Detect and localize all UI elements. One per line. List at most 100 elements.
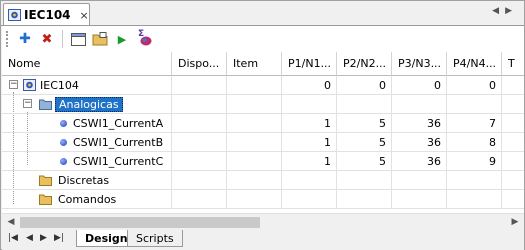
properties-button[interactable] bbox=[68, 29, 88, 49]
cell-t[interactable] bbox=[502, 76, 524, 95]
cell-p2[interactable]: 0 bbox=[337, 76, 392, 95]
node-label: CSWI1_CurrentB bbox=[73, 136, 164, 149]
point-icon bbox=[60, 158, 67, 165]
column-header-p4n4[interactable]: P4/N4... bbox=[447, 52, 502, 76]
column-header-dispositivo[interactable]: Dispo... bbox=[172, 52, 227, 76]
cell-t[interactable] bbox=[502, 190, 524, 209]
column-header-t[interactable]: T bbox=[502, 52, 524, 76]
node-label: CSWI1_CurrentA bbox=[73, 117, 164, 130]
bottom-tab-bar: |◀ ◀ ▶ ▶| Design Scripts bbox=[2, 230, 524, 250]
cell-p4[interactable]: 0 bbox=[447, 76, 502, 95]
scroll-left-arrow-icon[interactable]: ◀ bbox=[3, 216, 19, 229]
node-label: Discretas bbox=[58, 174, 110, 187]
cell-t[interactable] bbox=[502, 114, 524, 133]
collapse-icon[interactable]: − bbox=[9, 80, 18, 89]
cell-p2[interactable] bbox=[337, 95, 392, 114]
cell-p1[interactable]: 0 bbox=[282, 76, 337, 95]
next-page-icon[interactable]: ▶ bbox=[40, 233, 47, 243]
tab-iec104[interactable]: IEC104 × bbox=[3, 3, 90, 26]
close-icon[interactable]: × bbox=[80, 9, 89, 22]
import-button[interactable] bbox=[90, 29, 110, 49]
cell-dispositivo[interactable] bbox=[172, 190, 227, 209]
cell-p4[interactable] bbox=[447, 190, 502, 209]
cell-p2[interactable]: 5 bbox=[337, 152, 392, 171]
cell-item[interactable] bbox=[227, 133, 282, 152]
cell-p4[interactable] bbox=[447, 95, 502, 114]
column-header-p2n2[interactable]: P2/N2... bbox=[337, 52, 392, 76]
tab-scripts[interactable]: Scripts bbox=[127, 230, 183, 247]
table-row[interactable]: CSWI1_CurrentB 1 5 36 8 bbox=[2, 133, 524, 152]
cell-p4[interactable]: 8 bbox=[447, 133, 502, 152]
cell-dispositivo[interactable] bbox=[172, 133, 227, 152]
scroll-right-icon[interactable]: ▶ bbox=[505, 6, 518, 16]
plus-icon: ✚ bbox=[19, 31, 31, 47]
cell-item[interactable] bbox=[227, 152, 282, 171]
cell-p1[interactable] bbox=[282, 95, 337, 114]
scroll-right-arrow-icon[interactable]: ▶ bbox=[507, 216, 523, 229]
cell-t[interactable] bbox=[502, 95, 524, 114]
table-row[interactable]: Discretas bbox=[2, 171, 524, 190]
horizontal-scrollbar[interactable]: ◀ ▶ bbox=[2, 213, 524, 230]
cell-p3[interactable]: 0 bbox=[392, 76, 447, 95]
cell-p1[interactable] bbox=[282, 171, 337, 190]
cell-dispositivo[interactable] bbox=[172, 114, 227, 133]
table-row[interactable]: Comandos bbox=[2, 190, 524, 209]
scroll-left-icon[interactable]: ◀ bbox=[492, 6, 505, 16]
table-row[interactable]: − IEC104 0 0 0 0 bbox=[2, 76, 524, 95]
cell-p2[interactable] bbox=[337, 171, 392, 190]
cell-p3[interactable]: 36 bbox=[392, 133, 447, 152]
cell-p1[interactable] bbox=[282, 190, 337, 209]
cell-dispositivo[interactable] bbox=[172, 152, 227, 171]
cell-p1[interactable]: 1 bbox=[282, 152, 337, 171]
toolbar-grip[interactable] bbox=[6, 31, 9, 47]
cell-p4[interactable] bbox=[447, 171, 502, 190]
add-button[interactable]: ✚ bbox=[15, 29, 35, 49]
cell-t[interactable] bbox=[502, 171, 524, 190]
run-button[interactable]: ▶ bbox=[112, 29, 132, 49]
first-page-icon[interactable]: |◀ bbox=[8, 233, 18, 243]
table-row[interactable]: CSWI1_CurrentC 1 5 36 9 bbox=[2, 152, 524, 171]
last-page-icon[interactable]: ▶| bbox=[54, 233, 64, 243]
cell-p3[interactable]: 36 bbox=[392, 152, 447, 171]
cell-p4[interactable]: 7 bbox=[447, 114, 502, 133]
cell-p2[interactable]: 5 bbox=[337, 133, 392, 152]
cell-p3[interactable] bbox=[392, 95, 447, 114]
root-node-icon bbox=[8, 9, 21, 21]
folder-icon bbox=[39, 99, 52, 110]
cell-item[interactable] bbox=[227, 171, 282, 190]
table-row[interactable]: − Analogicas bbox=[2, 95, 524, 114]
column-header-p3n3[interactable]: P3/N3... bbox=[392, 52, 447, 76]
node-label: CSWI1_CurrentC bbox=[73, 155, 164, 168]
cell-item[interactable] bbox=[227, 95, 282, 114]
cell-p4[interactable]: 9 bbox=[447, 152, 502, 171]
name-cell: Discretas bbox=[2, 171, 172, 190]
cell-dispositivo[interactable] bbox=[172, 95, 227, 114]
cell-item[interactable] bbox=[227, 114, 282, 133]
column-header-item[interactable]: Item bbox=[227, 52, 282, 76]
cell-p1[interactable]: 1 bbox=[282, 133, 337, 152]
delete-button[interactable]: ✖ bbox=[37, 29, 57, 49]
cell-item[interactable] bbox=[227, 190, 282, 209]
prev-page-icon[interactable]: ◀ bbox=[26, 233, 33, 243]
cell-p3[interactable] bbox=[392, 190, 447, 209]
cell-p3[interactable]: 36 bbox=[392, 114, 447, 133]
cell-t[interactable] bbox=[502, 152, 524, 171]
cell-dispositivo[interactable] bbox=[172, 76, 227, 95]
document-window: IEC104 × ◀▶ ✚ ✖ ▶ Σ Nome Dispo... Item P… bbox=[0, 0, 525, 250]
cell-item[interactable] bbox=[227, 76, 282, 95]
cell-dispositivo[interactable] bbox=[172, 171, 227, 190]
column-header-nome[interactable]: Nome bbox=[2, 52, 172, 76]
scrollbar-thumb[interactable] bbox=[20, 217, 260, 228]
cell-p2[interactable] bbox=[337, 190, 392, 209]
cell-p2[interactable]: 5 bbox=[337, 114, 392, 133]
folder-icon bbox=[39, 175, 52, 186]
cell-t[interactable] bbox=[502, 133, 524, 152]
collapse-icon[interactable]: − bbox=[23, 99, 32, 108]
name-cell: CSWI1_CurrentB bbox=[2, 133, 172, 152]
table-row[interactable]: CSWI1_CurrentA 1 5 36 7 bbox=[2, 114, 524, 133]
cell-p3[interactable] bbox=[392, 171, 447, 190]
cell-p1[interactable]: 1 bbox=[282, 114, 337, 133]
column-header-p1n1[interactable]: P1/N1... bbox=[282, 52, 337, 76]
point-icon bbox=[60, 139, 67, 146]
script-button[interactable]: Σ bbox=[134, 29, 154, 49]
